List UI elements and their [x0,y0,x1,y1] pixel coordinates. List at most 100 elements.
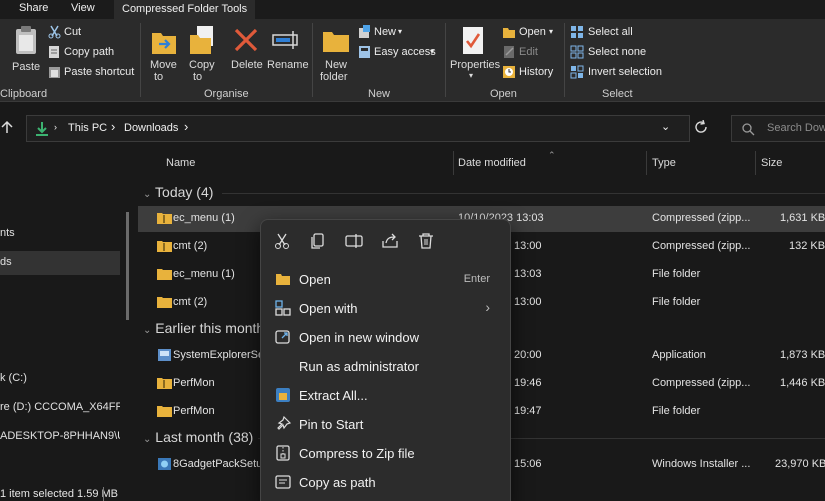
installer-icon [158,349,171,361]
tab-share[interactable]: Share [19,2,48,14]
edit-icon [504,46,514,58]
invert-selection-button[interactable]: Invert selection [570,65,665,81]
pin-icon [277,416,291,430]
zip-folder-icon [157,241,172,252]
clipboard-group-label: Clipboard [0,88,48,100]
copy-icon[interactable] [309,232,327,250]
share-icon[interactable] [381,232,399,250]
group-header-last-month[interactable]: ⌄ Last month (38) [143,429,253,445]
ribbon-divider [312,23,313,97]
clipboard-icon [16,26,36,54]
menu-item-label: Compress to Zip file [299,446,415,461]
zip-folder-icon [157,213,172,224]
new-folder-icon [323,32,349,52]
menu-item-open[interactable]: Open Enter [267,265,504,293]
menu-item-pin-to-start[interactable]: Pin to Start [267,410,504,438]
submenu-chevron-icon: › [485,299,490,315]
nav-item-network-desktop[interactable]: ADESKTOP-8PHHAN9\Use [0,430,120,442]
breadcrumb-downloads[interactable]: Downloads [124,122,178,134]
tab-view[interactable]: View [71,2,95,14]
group-header-today[interactable]: ⌄ Today (4) [143,184,213,200]
paste-shortcut-button[interactable]: Paste shortcut [48,65,138,81]
open-button[interactable]: Open ▾ [502,25,558,41]
cut-label: Cut [64,26,82,38]
address-bar[interactable]: › This PC › Downloads › ⌄ [26,115,690,142]
move-to-button[interactable]: Move to [145,23,181,85]
column-divider[interactable] [646,151,647,175]
invert-selection-label: Invert selection [588,66,662,78]
file-name: cmt (2) [173,240,208,252]
menu-item-compress-zip[interactable]: Compress to Zip file [267,439,504,467]
menu-item-copy-as-path[interactable]: Copy as path [267,468,504,496]
nav-item-downloads[interactable]: ds [0,256,12,268]
file-type: File folder [652,268,701,280]
tab-compressed-folder-tools[interactable]: Compressed Folder Tools [114,0,256,19]
file-date: 19:46 [514,377,542,389]
up-arrow-icon[interactable] [0,120,16,136]
file-name: ec_menu (1) [173,212,235,224]
easy-access-button[interactable]: Easy access ▾ [358,45,440,61]
delete-button[interactable]: Delete [228,23,264,85]
select-all-label: Select all [588,26,633,38]
open-folder-icon [503,28,515,38]
group-header-earlier[interactable]: ⌄ Earlier this month [143,320,264,336]
breadcrumb-this-pc[interactable]: This PC [68,122,107,134]
file-date: 13:03 [514,268,542,280]
new-folder-line2: folder [320,71,348,83]
ribbon-divider [140,23,141,97]
file-type: Compressed (zipp... [652,212,751,224]
sort-chevron-icon: ⌃ [548,150,556,160]
copy-to-button[interactable]: Copy to [184,23,220,85]
copy-path-button[interactable]: Copy path [48,45,132,61]
cut-icon[interactable] [273,232,291,250]
file-type: Compressed (zipp... [652,377,751,389]
new-folder-button[interactable]: New folder [318,23,354,85]
column-divider[interactable] [755,151,756,175]
properties-button[interactable]: Properties ▾ [448,23,500,85]
search-input[interactable]: Search Down [767,122,825,134]
breadcrumb-chevron-icon: › [111,119,116,134]
windows-installer-icon [158,458,171,470]
column-divider[interactable] [453,151,454,175]
history-button[interactable]: History [502,65,562,81]
file-name: 8GadgetPackSetup [173,458,261,470]
open-group-label: Open [490,88,517,100]
copy-path-icon [49,46,59,58]
paste-label: Paste [12,61,41,73]
new-item-button[interactable]: New ▾ [358,25,418,41]
search-box[interactable]: Search Down [731,115,825,142]
zip-icon [276,445,290,461]
group-divider [222,193,825,194]
nav-item-documents[interactable]: nts [0,227,15,239]
edit-button[interactable]: Edit [502,45,558,61]
file-type: File folder [652,296,701,308]
menu-item-open-new-window[interactable]: Open in new window [267,323,504,351]
menu-item-extract-all[interactable]: Extract All... [267,381,504,409]
nav-pane-scrollbar[interactable] [126,212,129,320]
file-type: File folder [652,405,701,417]
rename-icon[interactable] [345,232,363,250]
select-none-button[interactable]: Select none [570,45,660,61]
rename-button[interactable]: Rename [266,23,309,73]
column-header-size[interactable]: Size [761,157,782,169]
menu-item-label: Extract All... [299,388,368,403]
column-header-name[interactable]: Name [166,157,195,169]
cut-button[interactable]: Cut [48,25,132,41]
easy-access-dropdown-icon: ▾ [430,47,435,56]
new-window-icon [275,330,290,344]
menu-item-open-with[interactable]: Open with › [267,294,504,322]
column-header-date[interactable]: Date modified [458,157,526,169]
column-header-type[interactable]: Type [652,157,676,169]
folder-icon [157,406,172,417]
menu-item-run-as-admin[interactable]: Run as administrator [267,352,504,380]
nav-item-local-disk[interactable]: k (C:) [0,372,27,384]
select-all-button[interactable]: Select all [570,25,660,41]
nav-item-dvd-drive[interactable]: re (D:) CCCOMA_X64FRE_E [0,401,120,413]
ribbon-divider [564,23,565,97]
paste-button[interactable]: Paste [10,23,44,81]
new-group-label: New [368,88,391,100]
address-dropdown-icon[interactable]: ⌄ [661,120,670,133]
refresh-icon[interactable] [694,119,710,136]
delete-icon[interactable] [417,232,435,250]
easy-access-icon [359,46,370,58]
